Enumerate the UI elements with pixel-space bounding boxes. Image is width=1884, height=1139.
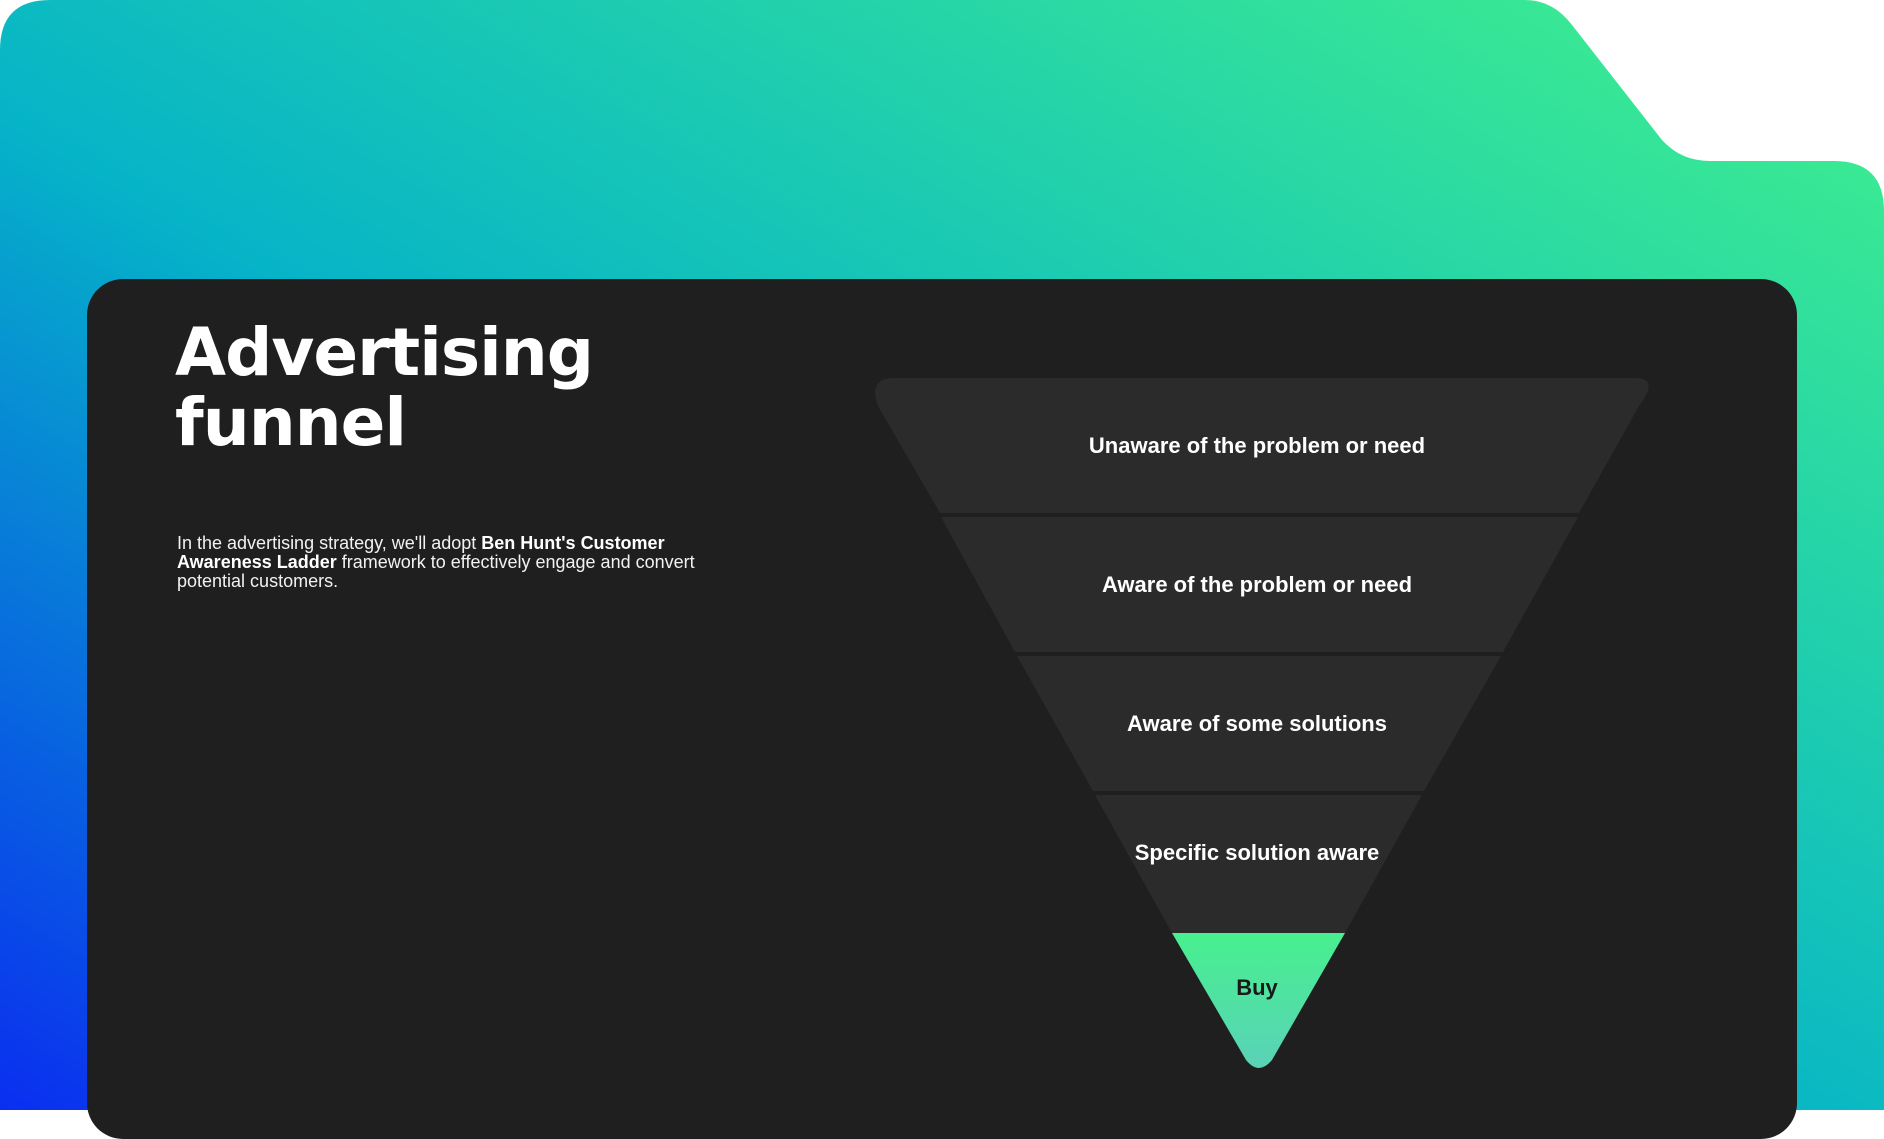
description-text: In the advertising strategy, we'll adopt… — [177, 534, 697, 591]
stage-label-unaware: Unaware of the problem or need — [1089, 433, 1425, 458]
stage-label-solution-aware: Aware of some solutions — [1127, 711, 1387, 736]
description-part-1: In the advertising strategy, we'll adopt — [177, 533, 482, 553]
title-line-1: Advertising — [175, 314, 594, 391]
stage-label-specific-aware: Specific solution aware — [1135, 840, 1380, 865]
funnel-stage-specific-aware: Specific solution aware — [1095, 795, 1422, 933]
stage-label-problem-aware: Aware of the problem or need — [1102, 572, 1412, 597]
page-title: Advertising funnel — [175, 314, 594, 461]
funnel-stage-buy: Buy — [1172, 933, 1345, 1068]
funnel-stage-unaware: Unaware of the problem or need — [875, 378, 1649, 513]
slide-canvas: Advertising funnel In the advertising st… — [0, 0, 1884, 1139]
funnel-stage-solution-aware: Aware of some solutions — [1017, 656, 1501, 791]
funnel-stage-problem-aware: Aware of the problem or need — [941, 517, 1578, 652]
stage-label-buy: Buy — [1236, 975, 1278, 1000]
title-line-2: funnel — [175, 384, 407, 461]
awareness-funnel: Unaware of the problem or need Aware of … — [875, 378, 1649, 1068]
